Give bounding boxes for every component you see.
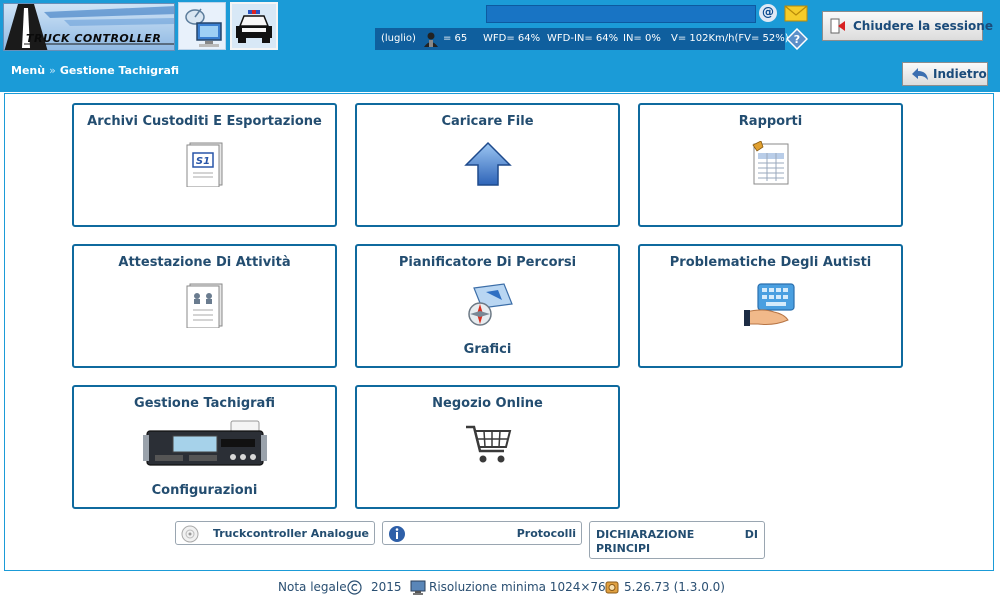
- svg-text:?: ?: [794, 33, 800, 46]
- app-version: 5.26.73 (1.3.0.0): [624, 580, 725, 594]
- tile-caricare-file[interactable]: Caricare File: [355, 103, 620, 227]
- tachograph-device-icon: [142, 420, 267, 466]
- tile-title: Problematiche Degli Autisti: [669, 255, 872, 270]
- back-button[interactable]: Indietro: [902, 62, 988, 86]
- copyright-icon: [347, 580, 362, 595]
- mail-envelope-icon[interactable]: [784, 5, 808, 22]
- breadcrumb: Menù » Gestione Tachigrafi: [11, 64, 179, 77]
- tile-subtitle[interactable]: Grafici: [357, 342, 618, 357]
- tile-title: Archivi Custoditi E Esportazione: [87, 114, 322, 129]
- min-resolution: Risoluzione minima 1024×768: [429, 580, 614, 594]
- network-computer-icon[interactable]: [178, 2, 226, 50]
- status-bar: (luglio) = 65 WFD= 64% WFD-IN= 64% IN= 0…: [375, 28, 789, 50]
- back-arrow-icon: [912, 68, 928, 80]
- logout-label: Chiudere la sessione: [853, 19, 993, 33]
- tile-title: Negozio Online: [432, 396, 543, 411]
- document-s1-icon: S1: [186, 142, 222, 187]
- shopping-cart-icon: [465, 425, 511, 463]
- truck-controller-logo[interactable]: TRUCK CONTROLLER: [3, 3, 175, 51]
- status-period: (luglio): [381, 33, 416, 44]
- help-icon[interactable]: ?: [786, 28, 808, 50]
- search-bar[interactable]: [486, 5, 756, 23]
- tile-archivi[interactable]: Archivi Custoditi E Esportazione S1: [72, 103, 337, 227]
- copyright-year: 2015: [371, 580, 402, 594]
- truckcontroller-analogue-button[interactable]: Truckcontroller Analogue: [175, 521, 375, 545]
- report-sheet-icon: [751, 141, 788, 185]
- dichiarazione-principi-button[interactable]: DICHIARAZIONE DI PRINCIPI: [589, 521, 765, 559]
- footer: Nota legale 2015 Risoluzione minima 1024…: [0, 578, 1000, 598]
- tile-title: Attestazione Di Attività: [118, 255, 291, 270]
- tile-attestazione[interactable]: Attestazione Di Attività: [72, 244, 337, 368]
- driver-icon: [424, 32, 438, 47]
- status-speed: V= 102Km/h(FV= 52%): [671, 33, 789, 44]
- declaration-line2: PRINCIPI: [596, 542, 651, 555]
- analogue-label: Truckcontroller Analogue: [212, 527, 369, 540]
- legal-link[interactable]: Nota legale: [278, 580, 347, 594]
- back-label: Indietro: [933, 67, 987, 81]
- tile-title: Rapporti: [738, 114, 803, 129]
- police-car-icon[interactable]: [230, 2, 278, 50]
- tile-pianificatore[interactable]: Pianificatore Di Percorsi Grafici: [355, 244, 620, 368]
- tile-gestione-tachigrafi[interactable]: Gestione Tachigrafi Configurazioni: [72, 385, 337, 509]
- protocolli-button[interactable]: Protocolli: [382, 521, 582, 545]
- breadcrumb-separator: »: [49, 64, 56, 77]
- tile-title: Pianificatore Di Percorsi: [398, 255, 577, 270]
- status-wfd: WFD= 64%: [483, 33, 541, 44]
- tile-title: Caricare File: [441, 114, 534, 129]
- analogue-disc-icon: [181, 525, 199, 543]
- info-icon: [389, 526, 405, 542]
- tile-problematiche[interactable]: Problematiche Degli Autisti: [638, 244, 903, 368]
- upload-arrow-icon: [463, 141, 512, 186]
- logout-door-icon: [830, 18, 845, 34]
- version-gear-icon: [605, 581, 619, 594]
- email-at-icon[interactable]: @: [759, 4, 777, 22]
- tile-title: Gestione Tachigrafi: [134, 396, 275, 411]
- monitor-icon: [410, 580, 426, 595]
- tile-rapporti[interactable]: Rapporti: [638, 103, 903, 227]
- breadcrumb-root[interactable]: Menù: [11, 64, 45, 77]
- hand-keyboard-icon: [743, 283, 795, 326]
- status-drivers-count: = 65: [443, 33, 468, 44]
- route-planner-icon: [467, 283, 513, 326]
- logo-text: TRUCK CONTROLLER: [26, 32, 162, 45]
- status-wfd-in: WFD-IN= 64%: [547, 33, 619, 44]
- tile-subtitle[interactable]: Configurazioni: [74, 483, 335, 498]
- logout-button[interactable]: Chiudere la sessione: [822, 11, 993, 41]
- tile-negozio-online[interactable]: Negozio Online: [355, 385, 620, 509]
- protocolli-label: Protocolli: [516, 527, 576, 540]
- breadcrumb-current: Gestione Tachigrafi: [59, 64, 180, 77]
- attestation-document-icon: [186, 283, 222, 328]
- header-bar: TRUCK CONTROLLER @ (luglio) = 65 WFD= 64…: [0, 0, 1000, 92]
- status-in: IN= 0%: [623, 33, 661, 44]
- declaration-line1: DICHIARAZIONE DI: [596, 528, 758, 541]
- svg-text:S1: S1: [195, 156, 209, 167]
